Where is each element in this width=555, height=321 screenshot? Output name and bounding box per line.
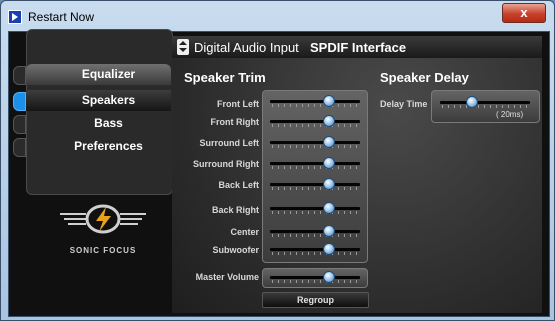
slider-track — [270, 230, 360, 233]
slider-thumb[interactable] — [322, 271, 335, 283]
slider-ticks — [272, 211, 358, 214]
channel-label-front-left: Front Left — [217, 99, 259, 109]
slider-ticks — [272, 187, 358, 190]
channel-label-back-left: Back Left — [218, 180, 259, 190]
channel-label-subwoofer: Subwoofer — [212, 245, 260, 255]
slider-thumb[interactable] — [322, 243, 335, 255]
nav-tab-speakers[interactable] — [13, 92, 26, 111]
input-label: Digital Audio Input — [194, 40, 299, 55]
nav-tab-equalizer[interactable] — [13, 66, 26, 85]
slider-track — [270, 141, 360, 144]
slider-track — [270, 207, 360, 210]
logo-text: SONIC FOCUS — [69, 246, 137, 255]
nav-item-label: Equalizer — [81, 67, 136, 81]
slider-thumb[interactable] — [322, 157, 335, 169]
slider-subwoofer[interactable] — [270, 243, 360, 255]
slider-thumb[interactable] — [322, 115, 335, 127]
nav-panel — [26, 29, 173, 195]
nav-tab-preferences[interactable] — [13, 138, 26, 157]
slider-back-right[interactable] — [270, 202, 360, 214]
slider-surround-right[interactable] — [270, 157, 360, 169]
arrow-down-icon — [179, 48, 187, 52]
nav-item-equalizer[interactable]: Equalizer — [26, 64, 171, 85]
slider-center[interactable] — [270, 225, 360, 237]
channel-label-back-right: Back Right — [211, 205, 259, 215]
nav-item-label: Speakers — [81, 93, 136, 107]
window-title: Restart Now — [28, 10, 95, 24]
slider-thumb[interactable] — [465, 96, 478, 108]
input-stepper[interactable] — [177, 39, 189, 55]
slider-track — [440, 101, 530, 104]
channel-label-surround-left: Surround Left — [199, 138, 260, 148]
nav-item-label: Preferences — [74, 139, 143, 153]
slider-track — [270, 100, 360, 103]
slider-ticks — [272, 104, 358, 107]
slider-thumb[interactable] — [322, 225, 335, 237]
channel-label-center: Center — [230, 227, 259, 237]
slider-track — [270, 276, 360, 279]
nav-tab-bass[interactable] — [13, 115, 26, 134]
nav-item-bass[interactable]: Bass — [26, 113, 171, 134]
master-volume-label: Master Volume — [195, 272, 259, 282]
slider-ticks — [272, 124, 358, 127]
slider-thumb[interactable] — [322, 136, 335, 148]
slider-track — [270, 183, 360, 186]
master-volume-slider[interactable] — [270, 271, 360, 283]
nav-item-speakers[interactable]: Speakers — [26, 90, 171, 111]
slider-ticks — [442, 105, 528, 108]
nav-item-preferences[interactable]: Preferences — [26, 136, 171, 157]
channel-label-surround-right: Surround Right — [193, 159, 259, 169]
slider-track — [270, 248, 360, 251]
delay-time-label: Delay Time — [380, 99, 428, 109]
close-button[interactable]: x — [502, 3, 546, 23]
speaker-trim-title: Speaker Trim — [184, 70, 266, 85]
channel-label-front-right: Front Right — [210, 117, 260, 127]
slider-ticks — [272, 145, 358, 148]
title-bar[interactable]: Restart Now x — [1, 1, 554, 31]
slider-thumb[interactable] — [322, 95, 335, 107]
slider-track — [270, 162, 360, 165]
interface-label: SPDIF Interface — [310, 40, 407, 55]
delay-time-slider[interactable] — [440, 96, 530, 108]
slider-thumb[interactable] — [322, 202, 335, 214]
slider-front-left[interactable] — [270, 95, 360, 107]
slider-front-right[interactable] — [270, 115, 360, 127]
slider-back-left[interactable] — [270, 178, 360, 190]
slider-track — [270, 120, 360, 123]
slider-thumb[interactable] — [322, 178, 335, 190]
slider-ticks — [272, 280, 358, 283]
slider-ticks — [272, 252, 358, 255]
slider-surround-left[interactable] — [270, 136, 360, 148]
regroup-button[interactable]: Regroup — [262, 292, 369, 308]
speaker-delay-title: Speaker Delay — [380, 70, 469, 85]
nav-item-label: Bass — [94, 116, 123, 130]
delay-time-value: ( 20ms) — [496, 110, 524, 119]
sonic-focus-logo-icon — [60, 204, 146, 234]
slider-ticks — [272, 166, 358, 169]
arrow-up-icon — [179, 41, 187, 45]
slider-ticks — [272, 234, 358, 237]
app-icon — [8, 10, 22, 24]
